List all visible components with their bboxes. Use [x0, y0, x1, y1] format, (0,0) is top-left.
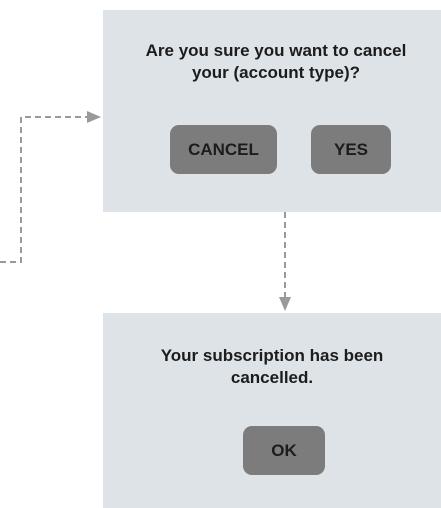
arrowhead-right-icon [87, 111, 101, 123]
subscription-cancelled-dialog: Your subscription has been cancelled. OK [103, 313, 441, 508]
yes-button[interactable]: YES [311, 125, 391, 174]
cancel-button[interactable]: CANCEL [170, 125, 277, 174]
confirm-cancel-dialog: Are you sure you want to cancel your (ac… [103, 10, 441, 212]
confirm-message: Are you sure you want to cancel your (ac… [105, 40, 441, 84]
confirm-message-line-2: your (account type)? [191, 63, 361, 82]
connector-to-confirm-dialog [0, 116, 88, 263]
cancelled-message-line-1: Your subscription has been [160, 346, 384, 365]
arrowhead-down-icon [279, 297, 291, 311]
confirm-message-line-1: Are you sure you want to cancel [145, 41, 407, 60]
cancelled-message: Your subscription has been cancelled. [103, 345, 441, 389]
ok-button[interactable]: OK [243, 426, 325, 475]
cancelled-message-line-2: cancelled. [230, 368, 314, 387]
